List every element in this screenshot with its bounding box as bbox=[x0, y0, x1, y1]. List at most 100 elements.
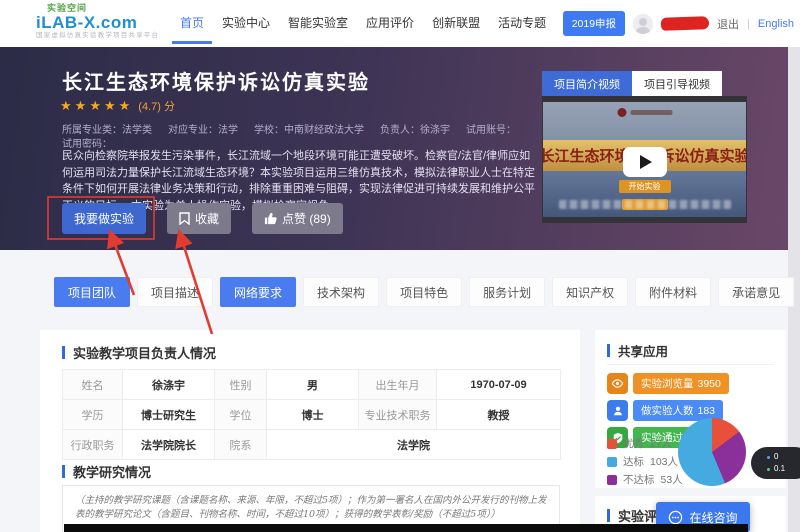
language-link[interactable]: English bbox=[758, 18, 794, 30]
rating-stars: ★ ★ ★ ★ ★ (4.7) 分 bbox=[60, 98, 175, 114]
user-icon bbox=[607, 400, 628, 421]
tab-technical-architecture[interactable]: 技术架构 bbox=[303, 277, 379, 307]
cell-value: 博士研究生 bbox=[123, 400, 215, 430]
collect-label: 收藏 bbox=[195, 210, 219, 227]
legend-pass: 达标 103人 bbox=[607, 454, 678, 469]
page: 实验空间 iLAB-X.com 国家虚拟仿真实验教学项目共享平台 首页 实验中心… bbox=[0, 0, 800, 532]
video-tab-guide[interactable]: 项目引导视频 bbox=[632, 71, 722, 96]
section-title: 共享应用 bbox=[618, 341, 668, 360]
rating-value: (4.7) 分 bbox=[138, 98, 175, 114]
experiment-title: 长江生态环境保护诉讼仿真实验 bbox=[62, 66, 370, 95]
collect-button[interactable]: 收藏 bbox=[167, 203, 231, 234]
tab-project-features[interactable]: 项目特色 bbox=[386, 277, 462, 307]
cell-label: 出生年月 bbox=[359, 370, 437, 400]
legend-label: 优秀 bbox=[623, 436, 644, 451]
star-icon: ★ bbox=[89, 98, 101, 114]
video-thumbnail: 长江生态环境保护诉讼仿真实验 开始实验 bbox=[543, 102, 746, 217]
nav-item-experiment-center[interactable]: 实验中心 bbox=[220, 0, 272, 47]
table-row: 学历 博士研究生 学位 博士 专业技术职务 教授 bbox=[63, 400, 561, 430]
meta-leader: 负责人：徐涤宇 bbox=[380, 121, 450, 136]
video-tabs: 项目简介视频 项目引导视频 bbox=[542, 71, 722, 96]
widget-value-1: 0 bbox=[774, 451, 778, 463]
logo-tagline: 国家虚拟仿真实验教学项目共享平台 bbox=[36, 33, 159, 40]
meta-major-class: 所属专业类：法学类 bbox=[62, 121, 152, 136]
nav-item-app-evaluation[interactable]: 应用评价 bbox=[364, 0, 416, 47]
play-icon bbox=[640, 155, 652, 169]
nav-item-smart-lab[interactable]: 智能实验室 bbox=[286, 0, 350, 47]
nav-item-activity-topics[interactable]: 活动专题 bbox=[496, 0, 548, 47]
tab-commitment[interactable]: 承诺意见 bbox=[718, 277, 794, 307]
star-icon: ★ bbox=[104, 98, 116, 114]
hero-banner: 长江生态环境保护诉讼仿真实验 ★ ★ ★ ★ ★ (4.7) 分 所属专业类：法… bbox=[0, 47, 788, 250]
user-avatar[interactable] bbox=[633, 14, 653, 34]
legend-color-swatch bbox=[607, 439, 617, 449]
university-emblem bbox=[617, 108, 672, 117]
legend-color-swatch bbox=[607, 475, 617, 485]
stat-value: 3950 bbox=[698, 378, 721, 390]
video-player[interactable]: 长江生态环境保护诉讼仿真实验 开始实验 bbox=[542, 96, 747, 223]
section-leader-info: 实验教学项目负责人情况 bbox=[62, 343, 216, 362]
play-button[interactable] bbox=[623, 147, 667, 177]
section-bar bbox=[62, 465, 65, 478]
eye-icon bbox=[607, 373, 628, 394]
meta-school: 学校：中南财经政法大学 bbox=[254, 121, 364, 136]
cell-label: 行政职务 bbox=[63, 430, 123, 460]
video-start-experiment-button[interactable]: 开始实验 bbox=[619, 180, 671, 193]
cell-label: 姓名 bbox=[63, 370, 123, 400]
site-logo[interactable]: 实验空间 iLAB-X.com 国家虚拟仿真实验教学项目共享平台 bbox=[36, 4, 159, 40]
tab-project-team[interactable]: 项目团队 bbox=[54, 277, 130, 307]
chat-icon bbox=[668, 510, 683, 525]
apply-2019-button[interactable]: 2019申报 bbox=[563, 11, 625, 36]
legend-label: 达标 bbox=[623, 454, 644, 469]
video-tab-intro[interactable]: 项目简介视频 bbox=[542, 71, 632, 96]
tab-project-description[interactable]: 项目描述 bbox=[137, 277, 213, 307]
widget-value-2: 0.1 bbox=[774, 463, 785, 475]
like-button[interactable]: 点赞 (89) bbox=[252, 203, 343, 234]
tab-network-requirements[interactable]: 网络要求 bbox=[220, 277, 296, 307]
widget-dot-green bbox=[767, 468, 770, 471]
redacted-username bbox=[661, 16, 709, 31]
cell-value: 教授 bbox=[437, 400, 561, 430]
cell-value: 徐涤宇 bbox=[123, 370, 215, 400]
nav-item-home[interactable]: 首页 bbox=[178, 0, 206, 47]
do-experiment-button[interactable]: 我要做实验 bbox=[62, 203, 146, 234]
stat-label: 做实验人数 bbox=[641, 403, 694, 418]
section-bar bbox=[607, 509, 610, 522]
cell-label: 学位 bbox=[215, 400, 267, 430]
floating-stats-widget[interactable]: 0 0.1 bbox=[751, 447, 800, 479]
logout-link[interactable]: 退出 bbox=[717, 16, 739, 32]
navbar: 实验空间 iLAB-X.com 国家虚拟仿真实验教学项目共享平台 首页 实验中心… bbox=[0, 0, 800, 47]
tab-service-plan[interactable]: 服务计划 bbox=[469, 277, 545, 307]
video-caption-blur bbox=[559, 200, 731, 209]
experiment-meta-row1: 所属专业类：法学类 对应专业：法学 学校：中南财经政法大学 负责人：徐涤宇 试用… bbox=[62, 121, 516, 136]
table-row: 行政职务 法学院院长 院系 法学院 bbox=[63, 430, 561, 460]
table-row: 姓名 徐涤宇 性别 男 出生年月 1970-07-09 bbox=[63, 370, 561, 400]
stat-label: 实验浏览量 bbox=[641, 376, 694, 391]
section-bar bbox=[607, 344, 610, 357]
stat-value: 183 bbox=[698, 405, 716, 417]
tab-intellectual-property[interactable]: 知识产权 bbox=[552, 277, 628, 307]
meta-trial-account: 试用账号： bbox=[466, 121, 516, 136]
main-content-card: 实验教学项目负责人情况 姓名 徐涤宇 性别 男 出生年月 1970-07-09 … bbox=[40, 330, 580, 532]
cell-value: 1970-07-09 bbox=[437, 370, 561, 400]
star-icon: ★ bbox=[75, 98, 87, 114]
logo-main-text: iLAB-X.com bbox=[36, 14, 159, 31]
legend-excellent: 优秀 27人 bbox=[607, 436, 672, 451]
meta-major: 对应专业：法学 bbox=[168, 121, 238, 136]
section-title: 实验教学项目负责人情况 bbox=[73, 343, 216, 362]
divider bbox=[607, 364, 774, 365]
emblem-text-blur bbox=[630, 110, 672, 115]
cell-label: 专业技术职务 bbox=[359, 400, 437, 430]
stat-views: 实验浏览量 3950 bbox=[607, 373, 729, 394]
star-icon: ★ bbox=[60, 98, 72, 114]
tab-attachments[interactable]: 附件材料 bbox=[635, 277, 711, 307]
legend-count: 53人 bbox=[661, 472, 683, 487]
legend-fail: 不达标 53人 bbox=[607, 472, 683, 487]
nav-item-innovation-alliance[interactable]: 创新联盟 bbox=[430, 0, 482, 47]
thumbs-up-icon bbox=[264, 212, 277, 225]
emblem-seal-icon bbox=[617, 108, 626, 117]
cell-value: 法学院院长 bbox=[123, 430, 215, 460]
cell-value: 博士 bbox=[267, 400, 359, 430]
research-note: （主持的教学研究课题（含课题名称、来源、年限，不超过5项）；作为第一署名人在国内… bbox=[75, 494, 547, 522]
cell-label: 学历 bbox=[63, 400, 123, 430]
